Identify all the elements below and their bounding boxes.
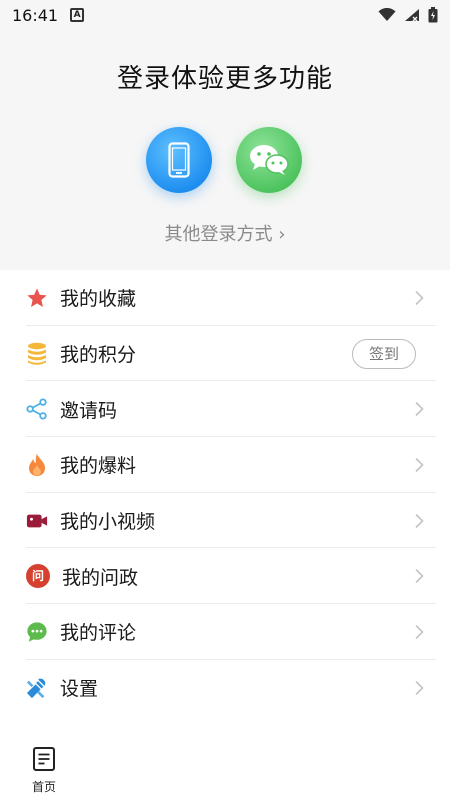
chevron-right-icon: [415, 290, 424, 305]
chevron-right-icon: [415, 680, 424, 695]
menu-item-comments[interactable]: 我的评论: [0, 604, 450, 660]
menu-item-label: 我的收藏: [60, 288, 137, 311]
signal-icon: [405, 9, 419, 22]
nav-home-label: 首页: [31, 780, 56, 794]
menu-item-label: 我的爆料: [60, 455, 137, 478]
wifi-icon: [378, 8, 396, 21]
star-icon: [26, 287, 48, 309]
chevron-right-icon: [415, 513, 424, 528]
question-badge-icon: 问: [26, 564, 50, 589]
menu-list: 我的收藏 我的积分 签到 邀请码 我的爆料 我的小视频 问 我的问政 我的评论 …: [0, 270, 450, 716]
status-bar: 16:41 A: [0, 0, 450, 30]
login-header: 登录体验更多功能 其他登录方式 ›: [0, 30, 450, 270]
login-title: 登录体验更多功能: [116, 64, 333, 94]
chevron-right-icon: [415, 457, 424, 472]
menu-item-favorites[interactable]: 我的收藏: [0, 270, 450, 326]
share-icon: [26, 398, 48, 420]
menu-item-label: 我的评论: [60, 622, 137, 645]
coins-icon: [26, 342, 48, 365]
status-time: 16:41: [12, 5, 59, 25]
flame-icon: [26, 453, 48, 476]
menu-item-invite-code[interactable]: 邀请码: [0, 381, 450, 437]
battery-icon: [428, 7, 438, 23]
menu-item-tips[interactable]: 我的爆料: [0, 437, 450, 493]
phone-login-button[interactable]: [146, 127, 212, 193]
settings-icon: [26, 677, 48, 699]
video-camera-icon: [26, 510, 48, 532]
menu-item-inquiries[interactable]: 问 我的问政: [0, 548, 450, 604]
menu-item-short-videos[interactable]: 我的小视频: [0, 493, 450, 549]
bottom-nav: 首页: [0, 740, 450, 800]
menu-item-points[interactable]: 我的积分 签到: [0, 326, 450, 382]
chevron-right-icon: [415, 624, 424, 640]
menu-item-label: 我的小视频: [60, 511, 156, 534]
wechat-login-button[interactable]: [236, 127, 302, 193]
notification-a-icon: A: [70, 8, 85, 22]
chevron-right-icon: [415, 569, 424, 584]
menu-item-label: 我的问政: [62, 566, 139, 589]
menu-item-label: 邀请码: [60, 399, 118, 422]
nav-home-tab[interactable]: 首页: [22, 746, 66, 795]
menu-item-label: 我的积分: [60, 344, 137, 367]
other-login-methods-link[interactable]: 其他登录方式 ›: [0, 220, 450, 246]
menu-item-label: 设置: [60, 678, 99, 701]
phone-icon: [168, 142, 190, 178]
chevron-right-icon: [415, 402, 424, 417]
menu-item-settings[interactable]: 设置: [0, 660, 450, 716]
home-document-icon: [33, 747, 55, 771]
wechat-icon: [250, 145, 289, 175]
status-indicators: [378, 7, 438, 23]
sign-in-button[interactable]: 签到: [352, 338, 416, 369]
comment-icon: [26, 621, 48, 643]
